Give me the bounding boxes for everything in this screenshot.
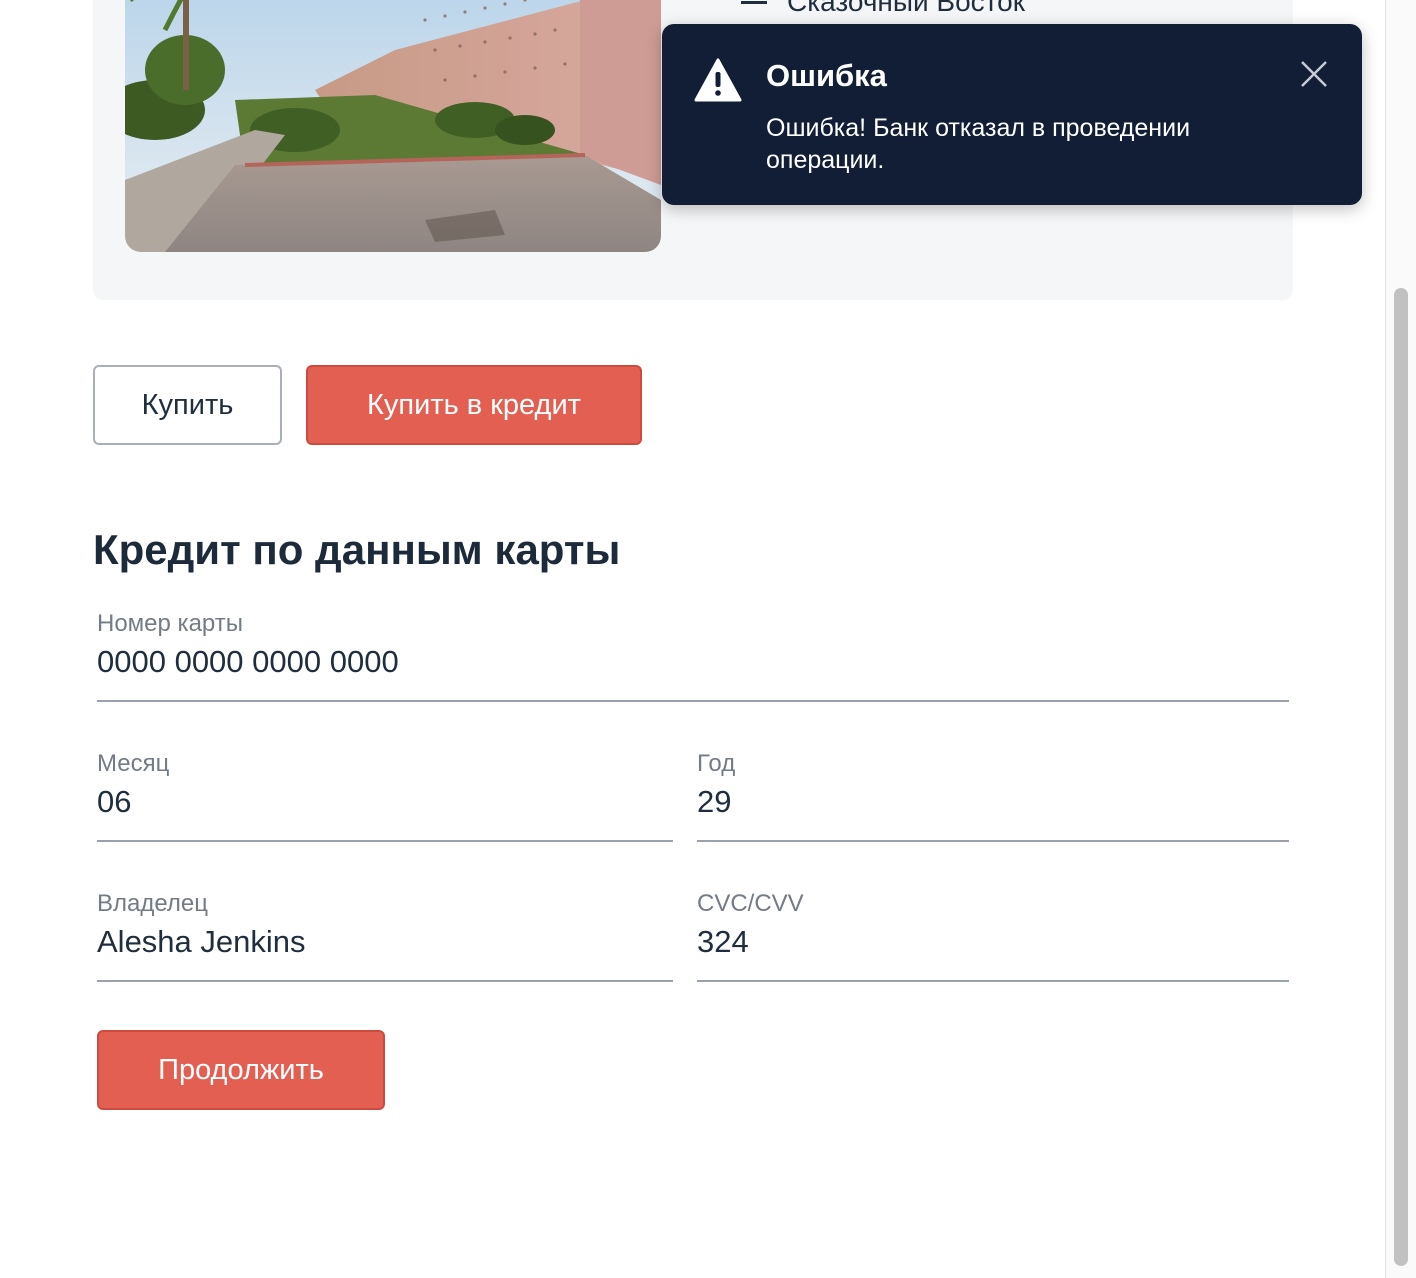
tour-feature-text: Сказочный Восток	[787, 0, 1025, 17]
buy-button[interactable]: Купить	[93, 365, 282, 445]
tour-photo-image	[125, 0, 661, 252]
scrollbar[interactable]	[1385, 0, 1416, 1278]
dash-bullet	[741, 0, 767, 4]
card-number-label: Номер карты	[97, 610, 243, 637]
month-field[interactable]: Месяц	[97, 750, 673, 842]
owner-input[interactable]	[97, 924, 673, 960]
cvc-input[interactable]	[697, 924, 1289, 960]
year-label: Год	[697, 750, 736, 777]
owner-label: Владелец	[97, 890, 209, 917]
continue-button[interactable]: Продолжить	[97, 1030, 385, 1110]
month-label: Месяц	[97, 750, 170, 777]
form-title: Кредит по данным карты	[93, 526, 621, 573]
notification-message: Ошибка! Банк отказал в проведении операц…	[766, 114, 1191, 174]
scrollbar-thumb[interactable]	[1394, 288, 1408, 1266]
owner-field[interactable]: Владелец	[97, 890, 673, 982]
buy-credit-button[interactable]: Купить в кредит	[306, 365, 642, 445]
year-field[interactable]: Год	[697, 750, 1289, 842]
cvc-field[interactable]: CVC/CVV	[697, 890, 1289, 982]
card-number-field[interactable]: Номер карты	[97, 610, 1289, 702]
close-icon[interactable]	[1300, 60, 1328, 88]
month-input[interactable]	[97, 784, 673, 820]
warning-icon	[694, 58, 742, 102]
notification-title: Ошибка	[766, 58, 887, 93]
page: Сказочный Восток Купить Купить в кредит …	[0, 0, 1416, 1278]
tour-photo	[125, 0, 661, 252]
year-input[interactable]	[697, 784, 1289, 820]
cvc-label: CVC/CVV	[697, 890, 804, 917]
error-notification: Ошибка Ошибка! Банк отказал в проведении…	[662, 24, 1362, 205]
tour-feature-item: Сказочный Восток	[741, 0, 1025, 18]
card-number-input[interactable]	[97, 644, 1289, 680]
